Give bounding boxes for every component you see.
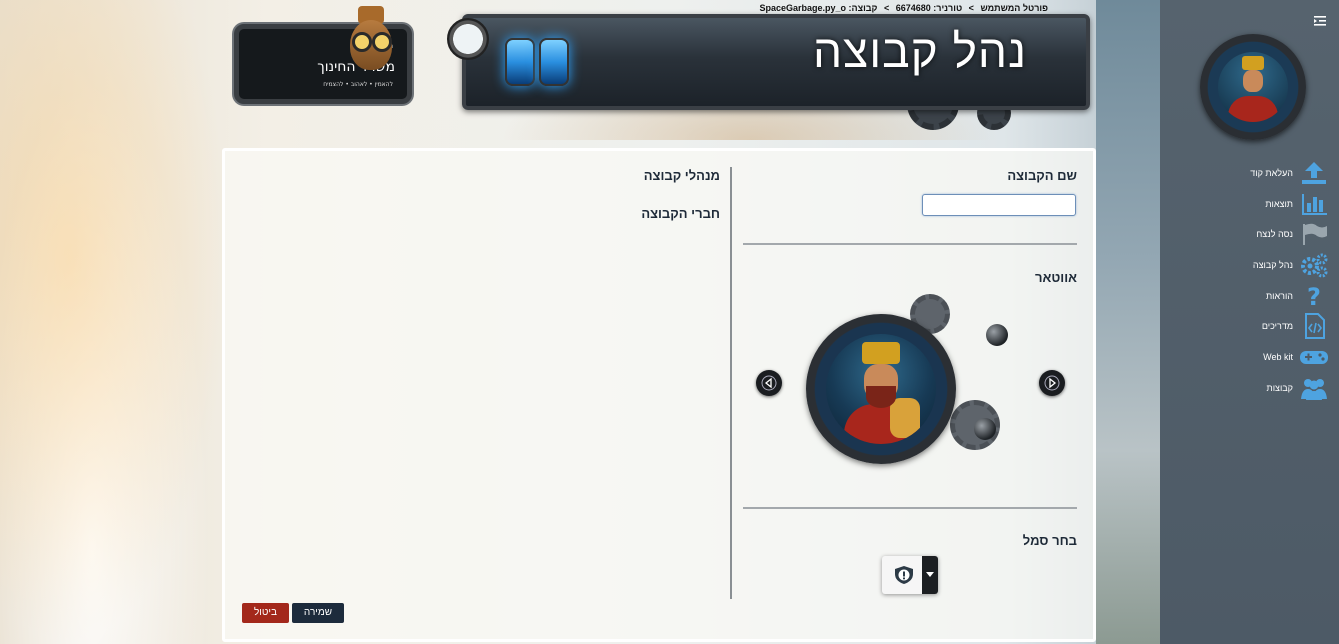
sidebar-item-label: הוראות — [1265, 290, 1293, 301]
glowing-tube-icon — [505, 38, 535, 86]
bar-chart-icon — [1302, 193, 1327, 215]
users-icon — [1301, 378, 1327, 400]
code-file-icon — [1305, 313, 1325, 340]
avatar-prev-button[interactable] — [756, 370, 782, 396]
save-button[interactable]: שמירה — [292, 603, 344, 623]
chevron-down-icon — [922, 556, 938, 594]
avatar-next-button[interactable] — [1039, 370, 1065, 396]
symbol-label: בחר סמל — [1022, 533, 1077, 548]
question-icon: ? — [1307, 283, 1321, 309]
triangle-left-icon — [761, 375, 777, 391]
user-avatar[interactable] — [1200, 34, 1306, 140]
sidebar-item-instructions[interactable]: ? הוראות — [1160, 281, 1339, 312]
page-title: נהל קבוצה — [812, 25, 1027, 77]
group-members-label: חברי הקבוצה — [641, 206, 720, 221]
sidebar-item-upload-code[interactable]: העלאת קוד — [1160, 158, 1339, 189]
sidebar-item-label: נסה לנצח — [1256, 229, 1293, 240]
avatar-image — [826, 334, 936, 444]
sidebar-item-groups[interactable]: קבוצות — [1160, 373, 1339, 404]
upload-icon — [1302, 162, 1326, 184]
ministry-logo: מדינת ישראל משרד החינוך להאמין • לאהוב •… — [222, 6, 420, 118]
sidebar-item-guides[interactable]: מדריכים — [1160, 311, 1339, 342]
cancel-button[interactable]: ביטול — [242, 603, 289, 623]
sidebar-item-results[interactable]: תוצאות — [1160, 189, 1339, 220]
gamepad-icon — [1300, 351, 1328, 365]
svg-text:?: ? — [1307, 283, 1321, 309]
column-divider — [730, 167, 732, 599]
background-clouds — [0, 0, 230, 644]
sidebar-item-label: תוצאות — [1265, 198, 1293, 209]
sidebar-item-label: העלאת קוד — [1250, 168, 1293, 178]
pressure-gauge-icon — [447, 18, 489, 60]
owl-mascot-icon — [340, 6, 402, 72]
sidebar-item-label: Web kit — [1263, 352, 1293, 363]
group-name-label: שם הקבוצה — [1007, 168, 1077, 183]
gears-icon — [1301, 253, 1328, 278]
group-name-input[interactable] — [922, 194, 1076, 216]
page-banner: נהל קבוצה — [447, 0, 1097, 130]
logo-motto-text: להאמין • לאהוב • להצמיח — [323, 81, 393, 88]
sidebar-item-manage-group[interactable]: נהל קבוצה — [1160, 250, 1339, 281]
knob-decoration — [986, 324, 1008, 346]
sidebar: העלאת קוד תוצאות נסה לנצח נהל קבוצה ? הו… — [1160, 0, 1339, 644]
section-divider — [743, 243, 1077, 245]
flag-icon — [1303, 224, 1327, 246]
avatar-preview — [800, 294, 1010, 474]
sidebar-menu: העלאת קוד תוצאות נסה לנצח נהל קבוצה ? הו… — [1160, 158, 1339, 404]
symbol-dropdown[interactable] — [882, 556, 938, 594]
background-right-strip — [1096, 0, 1160, 644]
sidebar-item-label: מדריכים — [1261, 321, 1293, 332]
triangle-right-icon — [1044, 375, 1060, 391]
shield-alert-icon — [895, 566, 913, 584]
knob-decoration — [974, 418, 996, 440]
section-divider — [743, 507, 1077, 509]
group-managers-label: מנהלי קבוצה — [643, 168, 720, 183]
sidebar-item-try-to-win[interactable]: נסה לנצח — [1160, 219, 1339, 250]
sidebar-item-web-kit[interactable]: Web kit — [1160, 342, 1339, 373]
glowing-tube-icon — [539, 38, 569, 86]
collapse-sidebar-icon[interactable] — [1313, 14, 1327, 28]
sidebar-item-label: נהל קבוצה — [1252, 260, 1293, 271]
sidebar-item-label: קבוצות — [1266, 382, 1294, 393]
avatar-label: אווטאר — [1034, 270, 1077, 285]
